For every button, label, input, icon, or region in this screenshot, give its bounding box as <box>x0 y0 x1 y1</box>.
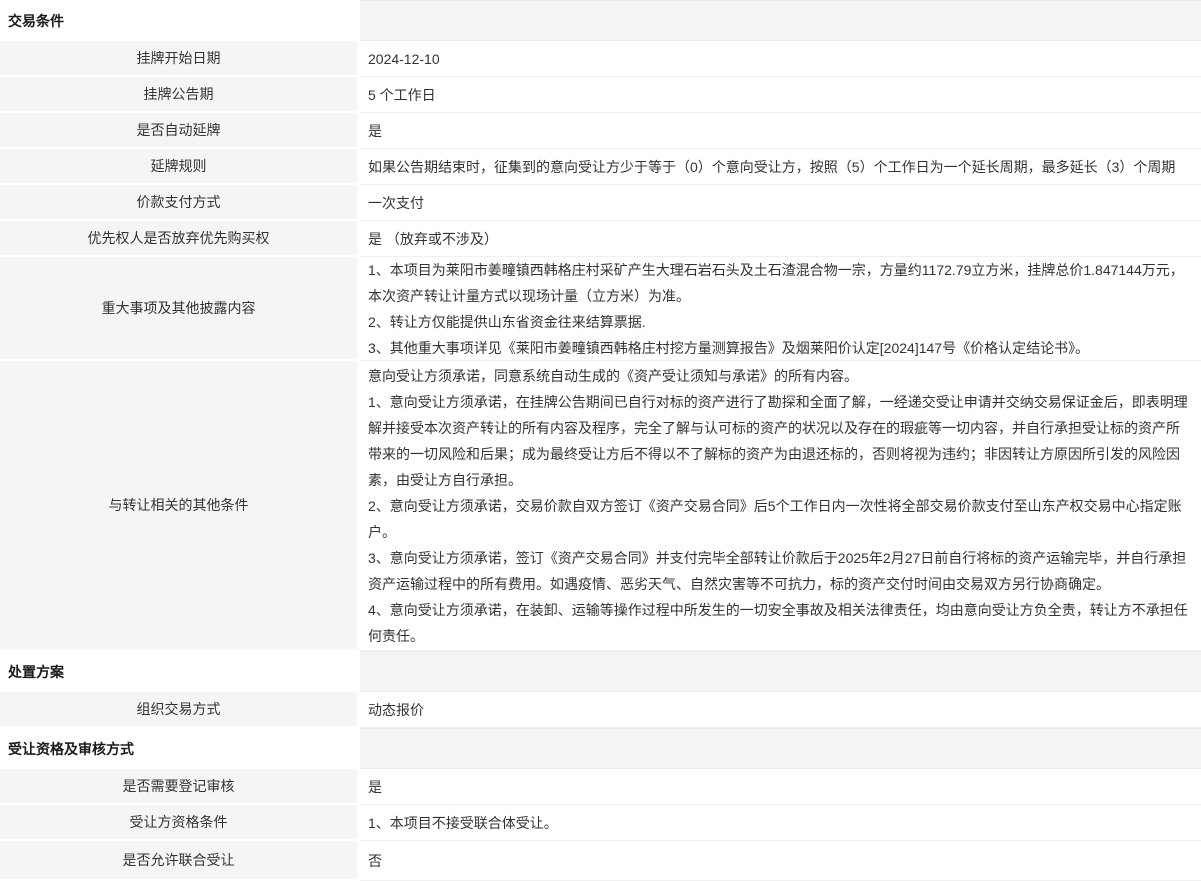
field-value: 是 <box>360 769 1201 805</box>
value-text: 是 （放弃或不涉及） <box>368 226 1189 252</box>
field-value: 如果公告期结束时，征集到的意向受让方少于等于（0）个意向受让方，按照（5）个工作… <box>360 149 1201 185</box>
value-text: 1、本项目不接受联合体受让。 <box>368 810 1189 836</box>
section-header-transferee-qualification: 受让资格及审核方式 <box>0 728 1201 769</box>
field-row-payment-method: 价款支付方式 一次支付 <box>0 185 1201 221</box>
field-value: 一次支付 <box>360 185 1201 221</box>
field-label: 受让方资格条件 <box>0 805 357 841</box>
section-header-fill <box>360 0 1201 41</box>
section-title: 受让资格及审核方式 <box>0 728 360 769</box>
field-label: 重大事项及其他披露内容 <box>0 257 357 361</box>
field-value: 是 （放弃或不涉及） <box>360 221 1201 257</box>
field-row-transferee-qualification-conditions: 受让方资格条件 1、本项目不接受联合体受让。 <box>0 805 1201 841</box>
field-row-other-transfer-conditions: 与转让相关的其他条件 意向受让方须承诺，同意系统自动生成的《资产受让须知与承诺》… <box>0 361 1201 651</box>
field-label: 挂牌开始日期 <box>0 41 357 77</box>
section-title: 交易条件 <box>0 0 360 41</box>
field-value: 否 <box>360 841 1201 881</box>
value-paragraph: 3、意向受让方须承诺，签订《资产交易合同》并支付完毕全部转让价款后于2025年2… <box>368 545 1189 597</box>
field-row-announcement-period: 挂牌公告期 5 个工作日 <box>0 77 1201 113</box>
section-header-fill <box>360 651 1201 692</box>
value-text: 是 <box>368 774 1189 800</box>
field-value: 动态报价 <box>360 692 1201 728</box>
field-value: 5 个工作日 <box>360 77 1201 113</box>
value-text: 是 <box>368 118 1189 144</box>
value-paragraph: 意向受让方须承诺，同意系统自动生成的《资产受让须知与承诺》的所有内容。 <box>368 363 1189 389</box>
section-header-trade-conditions: 交易条件 <box>0 0 1201 41</box>
value-paragraph: 4、意向受让方须承诺，在装卸、运输等操作过程中所发生的一切安全事故及相关法律责任… <box>368 597 1189 649</box>
value-text: 否 <box>368 848 1189 874</box>
value-text: 如果公告期结束时，征集到的意向受让方少于等于（0）个意向受让方，按照（5）个工作… <box>368 154 1189 180</box>
field-row-transaction-organization-method: 组织交易方式 动态报价 <box>0 692 1201 728</box>
value-paragraph: 1、意向受让方须承诺，在挂牌公告期间已自行对标的资产进行了勘探和全面了解，一经递… <box>368 389 1189 493</box>
field-row-registration-review-required: 是否需要登记审核 是 <box>0 769 1201 805</box>
field-label: 是否需要登记审核 <box>0 769 357 805</box>
field-value: 2024-12-10 <box>360 41 1201 77</box>
field-row-extension-rule: 延牌规则 如果公告期结束时，征集到的意向受让方少于等于（0）个意向受让方，按照（… <box>0 149 1201 185</box>
value-paragraph: 2、意向受让方须承诺，交易价款自双方签订《资产交易合同》后5个工作日内一次性将全… <box>368 493 1189 545</box>
field-row-major-matters-disclosure: 重大事项及其他披露内容 1、本项目为莱阳市姜疃镇西韩格庄村采矿产生大理石岩石头及… <box>0 257 1201 361</box>
field-label: 是否允许联合受让 <box>0 841 357 881</box>
field-label: 组织交易方式 <box>0 692 357 728</box>
field-value: 1、本项目不接受联合体受让。 <box>360 805 1201 841</box>
field-value: 1、本项目为莱阳市姜疃镇西韩格庄村采矿产生大理石岩石头及土石渣混合物一宗，方量约… <box>360 257 1201 361</box>
field-label: 优先权人是否放弃优先购买权 <box>0 221 357 257</box>
value-text: 5 个工作日 <box>368 82 1189 108</box>
field-label: 与转让相关的其他条件 <box>0 361 357 651</box>
field-row-priority-right-waiver: 优先权人是否放弃优先购买权 是 （放弃或不涉及） <box>0 221 1201 257</box>
field-row-listing-start-date: 挂牌开始日期 2024-12-10 <box>0 41 1201 77</box>
section-title: 处置方案 <box>0 651 360 692</box>
field-row-joint-transfer-allowed: 是否允许联合受让 否 <box>0 841 1201 881</box>
value-paragraph: 2、转让方仅能提供山东省资金往来结算票据. <box>368 309 1189 335</box>
value-paragraph: 3、其他重大事项详见《莱阳市姜疃镇西韩格庄村挖方量测算报告》及烟莱阳价认定[20… <box>368 335 1189 361</box>
section-header-disposal-plan: 处置方案 <box>0 651 1201 692</box>
asset-listing-detail-table: 交易条件 挂牌开始日期 2024-12-10 挂牌公告期 5 个工作日 是否自动… <box>0 0 1201 881</box>
value-text: 2024-12-10 <box>368 46 1189 72</box>
field-row-auto-extension: 是否自动延牌 是 <box>0 113 1201 149</box>
section-header-fill <box>360 728 1201 769</box>
field-label: 延牌规则 <box>0 149 357 185</box>
field-label: 是否自动延牌 <box>0 113 357 149</box>
field-value: 意向受让方须承诺，同意系统自动生成的《资产受让须知与承诺》的所有内容。 1、意向… <box>360 361 1201 651</box>
field-label: 价款支付方式 <box>0 185 357 221</box>
value-paragraph: 1、本项目为莱阳市姜疃镇西韩格庄村采矿产生大理石岩石头及土石渣混合物一宗，方量约… <box>368 257 1189 309</box>
value-text: 动态报价 <box>368 697 1189 723</box>
field-label: 挂牌公告期 <box>0 77 357 113</box>
field-value: 是 <box>360 113 1201 149</box>
value-text: 一次支付 <box>368 190 1189 216</box>
